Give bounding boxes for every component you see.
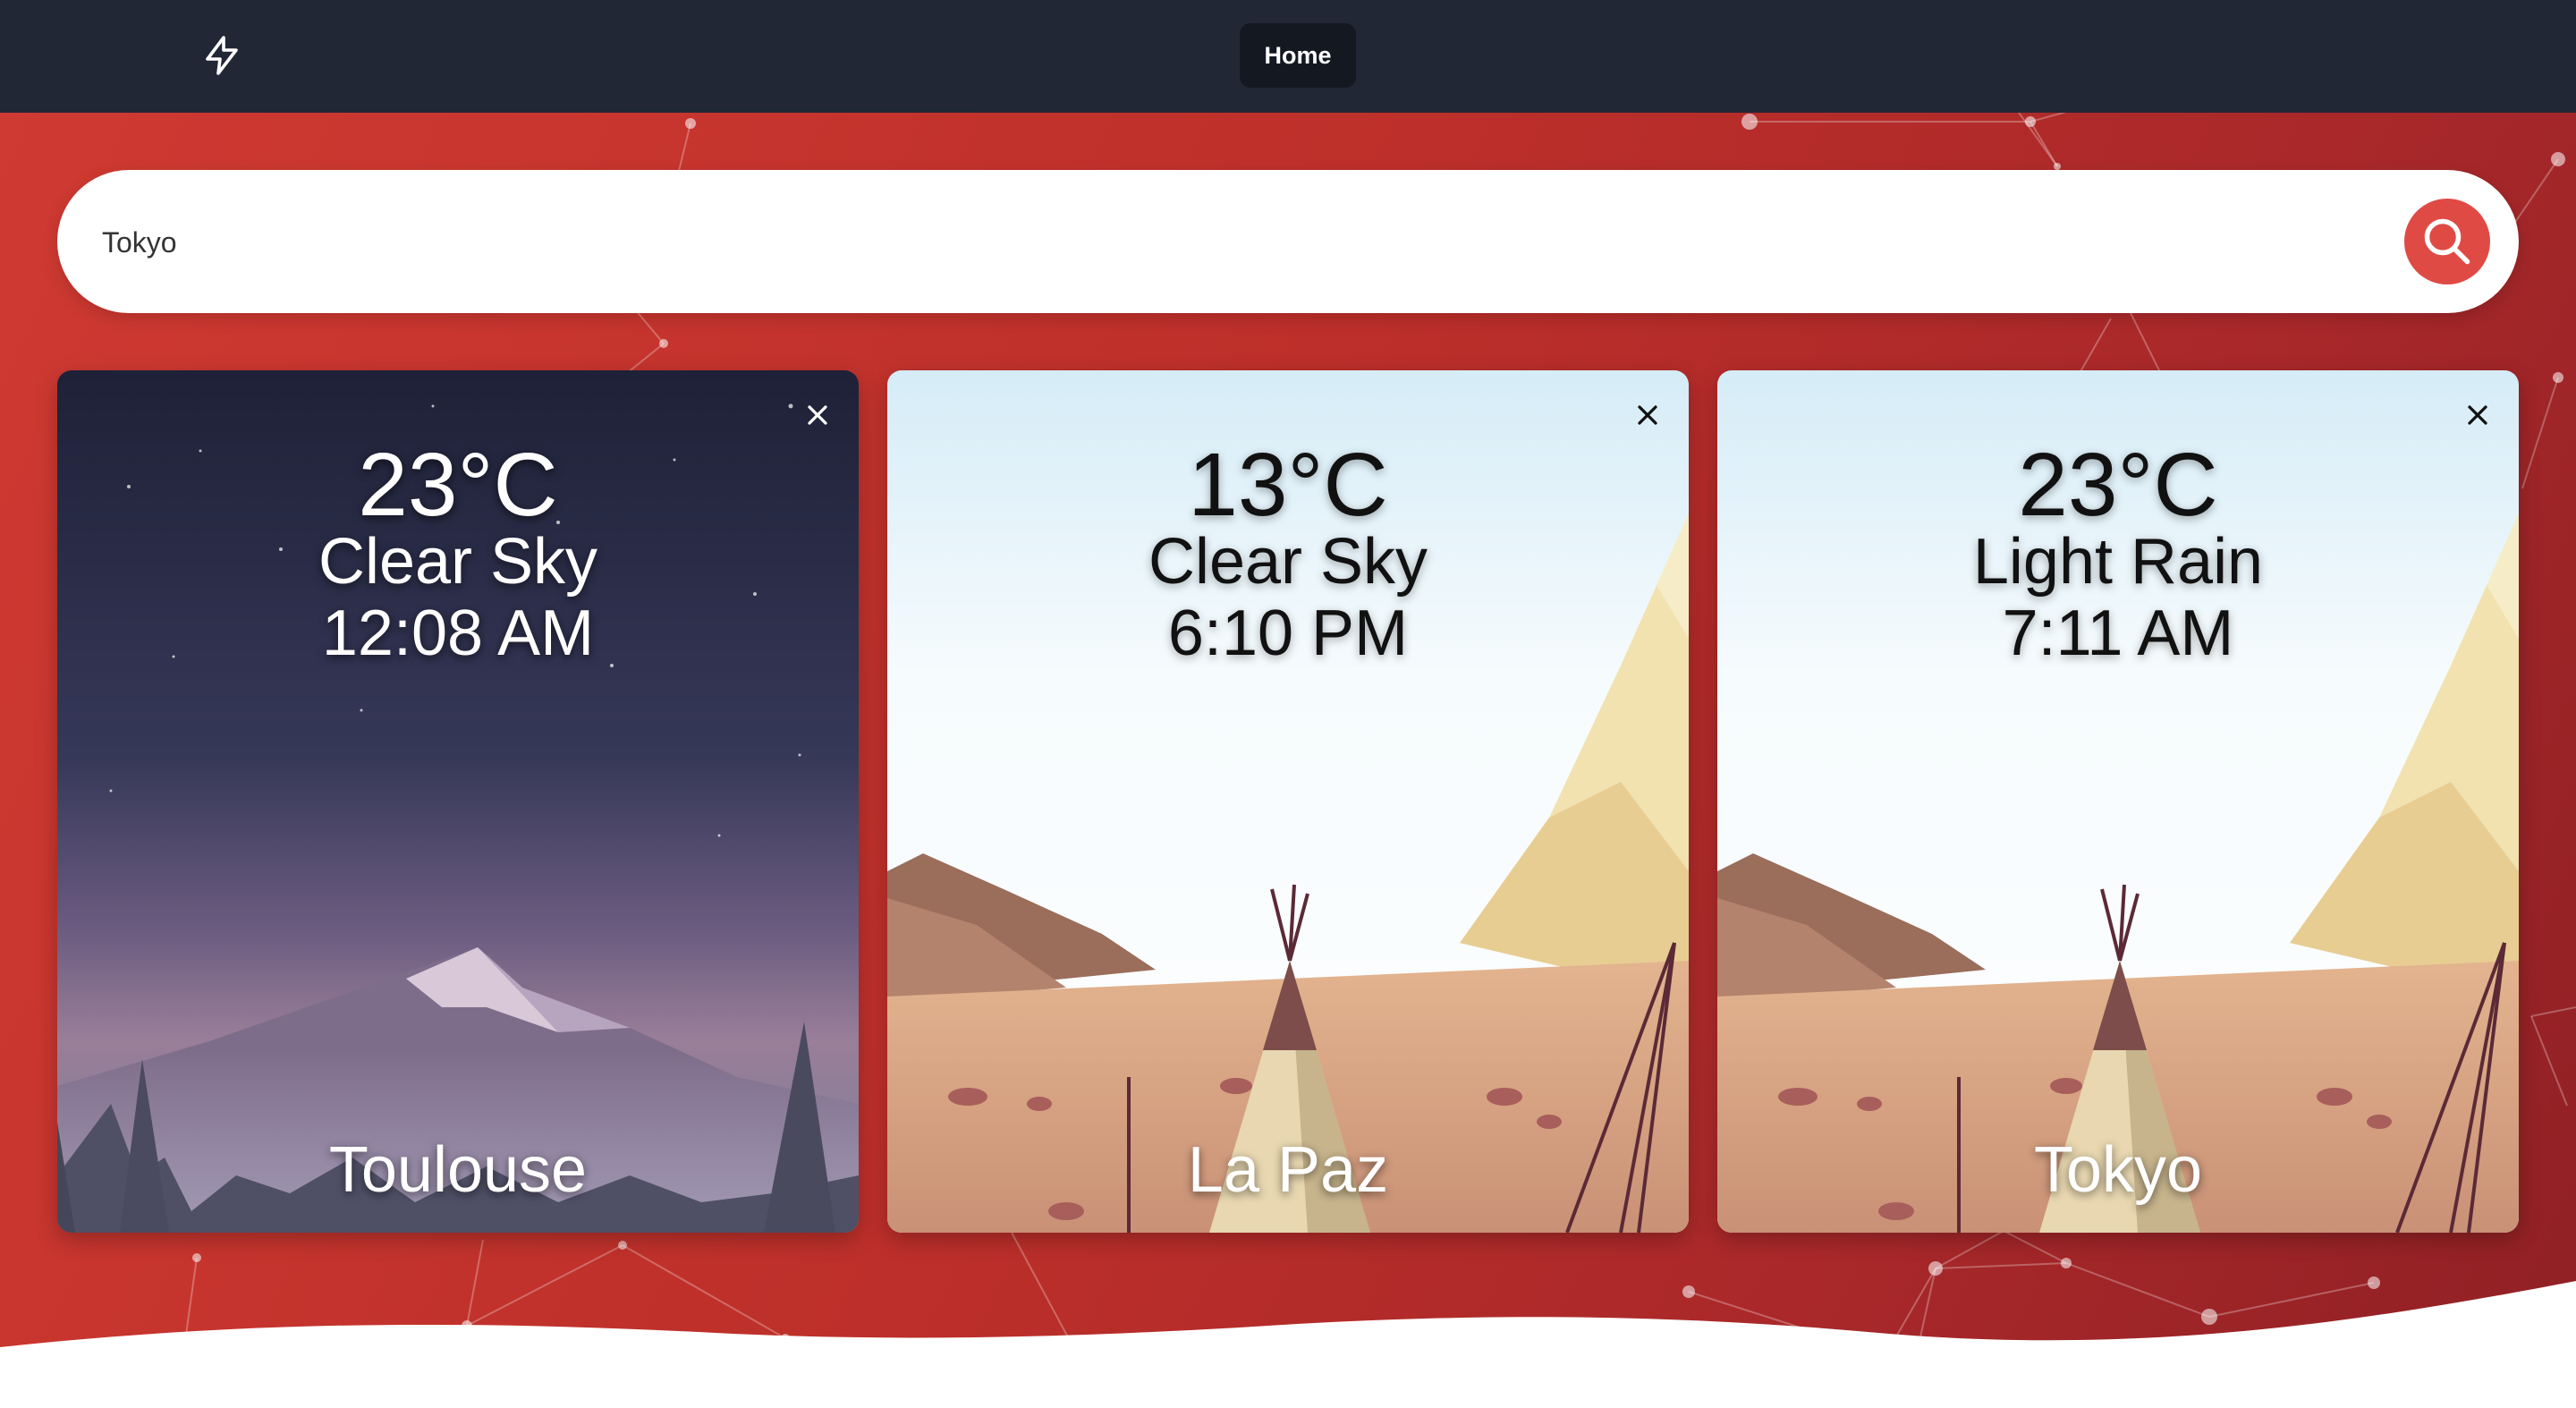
card-temperature: 23°C — [358, 435, 558, 535]
card-temperature: 23°C — [2018, 435, 2218, 535]
card-city-name: Tokyo — [2033, 1134, 2203, 1206]
weather-card-la-paz: 13°C Clear Sky 6:10 PM La Paz — [887, 370, 1689, 1233]
card-city-name: La Paz — [1187, 1134, 1389, 1206]
card-city-name: Toulouse — [328, 1134, 588, 1206]
card-condition: Clear Sky — [1148, 526, 1428, 598]
search-button[interactable] — [2404, 199, 2490, 284]
lightning-bolt-icon[interactable] — [200, 34, 243, 77]
weather-card-tokyo: 23°C Light Rain 7:11 AM Tokyo — [1717, 370, 2519, 1233]
nav-home-link[interactable]: Home — [1240, 23, 1356, 88]
card-local-time: 6:10 PM — [1167, 598, 1409, 669]
close-icon[interactable] — [1631, 399, 1664, 431]
card-local-time: 12:08 AM — [321, 598, 595, 669]
search-bar — [57, 170, 2519, 313]
close-icon[interactable] — [2462, 399, 2494, 431]
weather-card-toulouse: 23°C Clear Sky 12:08 AM Toulouse — [57, 370, 859, 1233]
search-icon — [2424, 218, 2470, 265]
card-condition: Clear Sky — [318, 526, 598, 598]
card-local-time: 7:11 AM — [2002, 598, 2234, 669]
card-temperature: 13°C — [1188, 435, 1388, 535]
weather-cards: 23°C Clear Sky 12:08 AM Toulouse 13°C Cl… — [57, 370, 2519, 1233]
bottom-wave — [0, 1281, 2576, 1408]
search-input[interactable] — [100, 206, 2394, 279]
card-condition: Light Rain — [1972, 526, 2264, 598]
weather-app: Home Tokyo 23°C Clear Sky 12:08 AM Toulo… — [0, 0, 2576, 1408]
top-navbar: Home — [0, 0, 2576, 113]
close-icon[interactable] — [801, 399, 834, 431]
